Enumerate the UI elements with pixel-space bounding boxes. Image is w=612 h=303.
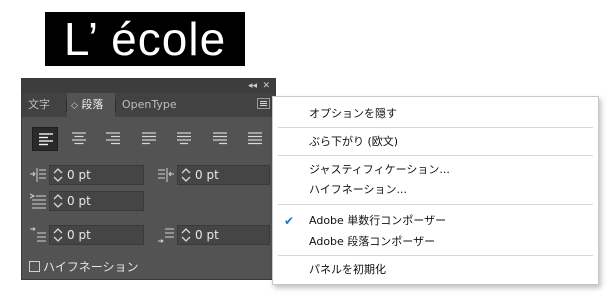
menu-separator xyxy=(278,204,593,205)
align-left-icon xyxy=(39,133,53,146)
space-before-input[interactable]: 0 pt xyxy=(49,225,144,245)
collapse-panel-icon[interactable]: ◂◂ xyxy=(248,80,257,92)
stepper-icon[interactable] xyxy=(181,227,191,243)
menu-separator xyxy=(278,127,593,128)
stepper-icon[interactable] xyxy=(53,193,63,209)
space-after-icon xyxy=(158,228,174,243)
justify-last-center-button[interactable] xyxy=(171,127,197,151)
menu-item-reset-panel[interactable]: パネルを初期化 xyxy=(309,263,386,277)
right-indent-input[interactable]: 0 pt xyxy=(177,165,270,185)
left-indent-field: 0 pt xyxy=(29,165,144,185)
panel-tab-bar: 文字 ◇ 段落 OpenType xyxy=(22,93,275,117)
menu-item-hide-options[interactable]: オプションを隠す xyxy=(309,107,397,121)
justify-all-icon xyxy=(248,132,262,145)
first-line-indent-input[interactable]: 0 pt xyxy=(49,191,144,211)
left-indent-input[interactable]: 0 pt xyxy=(49,165,144,185)
menu-item-hyphenation[interactable]: ハイフネーション... xyxy=(309,183,407,197)
align-right-icon xyxy=(106,132,120,145)
first-line-indent-field: 0 pt xyxy=(29,191,144,211)
stepper-icon[interactable] xyxy=(53,167,63,183)
tab-character-label: 文字 xyxy=(28,98,50,111)
align-left-button[interactable] xyxy=(32,127,58,151)
justify-last-left-icon xyxy=(142,132,156,145)
stepper-icon[interactable] xyxy=(181,167,191,183)
space-before-icon xyxy=(30,227,46,242)
panel-menu-button[interactable] xyxy=(257,98,270,109)
align-center-icon xyxy=(72,132,86,145)
justify-last-center-icon xyxy=(177,132,191,145)
space-before-value: 0 pt xyxy=(67,228,91,242)
close-panel-icon[interactable]: ✕ xyxy=(262,80,270,92)
checkbox-icon[interactable] xyxy=(29,261,40,272)
space-after-field: 0 pt xyxy=(157,225,272,245)
left-indent-value: 0 pt xyxy=(67,168,91,182)
right-indent-icon xyxy=(158,168,174,182)
paragraph-panel: ◂◂ ✕ 文字 ◇ 段落 OpenType 0 pt 0 pt 0 pt 0 p… xyxy=(21,78,276,280)
tab-reorder-icon: ◇ xyxy=(71,101,78,111)
justify-last-left-button[interactable] xyxy=(136,127,162,151)
tab-character[interactable]: 文字 xyxy=(28,93,50,117)
sample-text-box: L’ école xyxy=(45,12,245,66)
panel-flyout-menu: オプションを隠す ぶら下がり (欧文) ジャスティフィケーション... ハイフネ… xyxy=(272,96,599,285)
tab-separator xyxy=(115,98,116,112)
left-indent-icon xyxy=(30,168,46,182)
menu-item-roman-hanging-punctuation[interactable]: ぶら下がり (欧文) xyxy=(309,135,398,149)
first-line-indent-icon xyxy=(29,193,46,209)
stepper-icon[interactable] xyxy=(53,227,63,243)
right-indent-value: 0 pt xyxy=(195,168,219,182)
menu-separator xyxy=(278,255,593,256)
menu-item-paragraph-composer[interactable]: Adobe 段落コンポーザー xyxy=(309,235,435,249)
justify-all-button[interactable] xyxy=(242,127,268,151)
space-after-value: 0 pt xyxy=(195,228,219,242)
hyphenation-label: ハイフネーション xyxy=(43,260,139,274)
hyphenation-checkbox[interactable]: ハイフネーション xyxy=(29,260,139,276)
checkmark-icon: ✔ xyxy=(284,214,295,228)
space-after-input[interactable]: 0 pt xyxy=(177,225,270,245)
tab-opentype-label: OpenType xyxy=(122,98,177,111)
justify-last-right-button[interactable] xyxy=(207,127,233,151)
first-line-indent-value: 0 pt xyxy=(67,194,91,208)
right-indent-field: 0 pt xyxy=(157,165,272,185)
tab-opentype[interactable]: OpenType xyxy=(122,93,177,117)
menu-item-single-line-composer[interactable]: Adobe 単数行コンポーザー xyxy=(309,214,446,228)
tab-paragraph[interactable]: ◇ 段落 xyxy=(67,93,115,117)
menu-item-justification[interactable]: ジャスティフィケーション... xyxy=(309,163,450,177)
menu-separator xyxy=(278,155,593,156)
align-right-button[interactable] xyxy=(100,127,126,151)
justify-last-right-icon xyxy=(213,132,227,145)
space-before-field: 0 pt xyxy=(29,225,144,245)
align-center-button[interactable] xyxy=(66,127,92,151)
tab-paragraph-label: 段落 xyxy=(81,98,104,111)
panel-title-strip: ◂◂ ✕ xyxy=(22,79,275,93)
